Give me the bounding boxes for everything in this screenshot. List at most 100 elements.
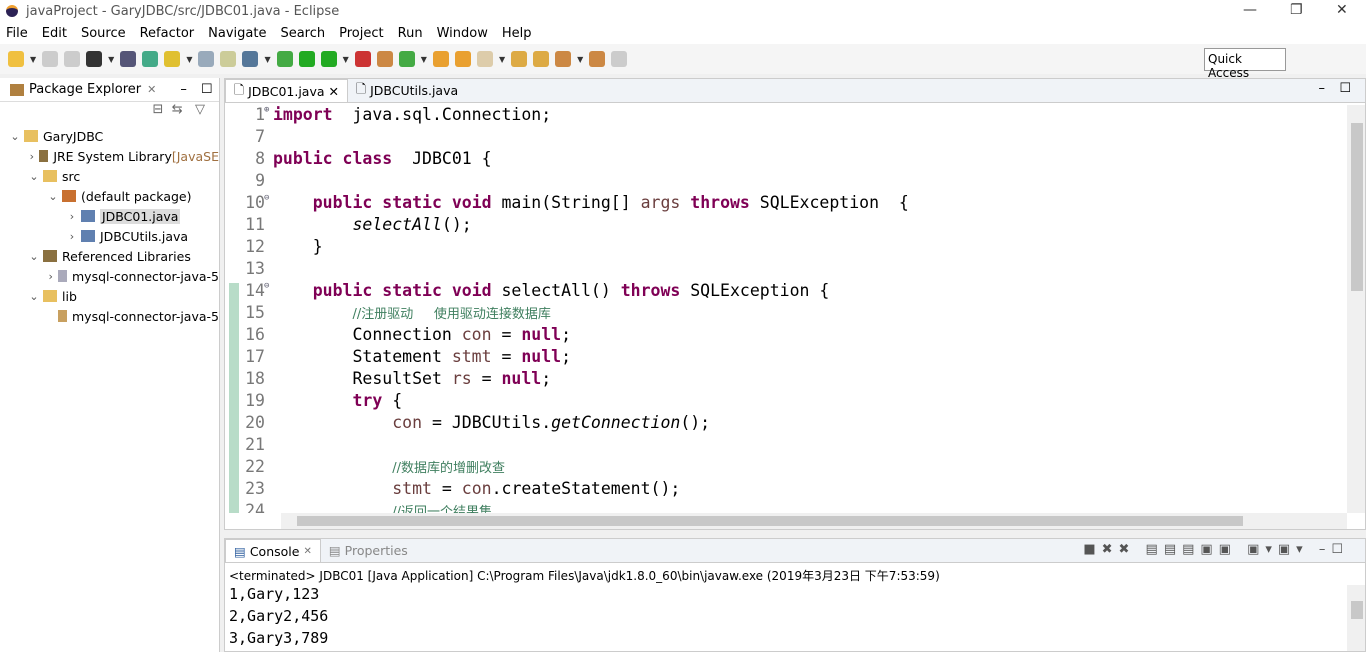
toolbar-button-icon[interactable]	[611, 51, 628, 67]
toolbar-button-icon[interactable]	[476, 51, 493, 67]
toolbar-button-icon[interactable]	[242, 51, 259, 67]
code-token: con	[461, 479, 492, 498]
menu-help[interactable]: Help	[502, 26, 532, 41]
tree-item[interactable]: › JDBCUtils.java	[0, 226, 219, 246]
menu-run[interactable]: Run	[398, 26, 423, 41]
dropdown-arrow-icon[interactable]: ▼	[108, 55, 114, 64]
tree-item[interactable]: ⌄ src	[0, 166, 219, 186]
dropdown-arrow-icon[interactable]: ▼	[186, 55, 192, 64]
editor-maximize-icon[interactable]: ☐	[1339, 81, 1351, 96]
expand-arrow-icon[interactable]: ⌄	[27, 170, 41, 183]
toolbar-button-icon[interactable]	[298, 51, 315, 67]
view-menu-icon[interactable]: ▽	[195, 102, 205, 117]
tree-item[interactable]: › JDBC01.java	[0, 206, 219, 226]
tab-jdbcutils-java[interactable]: 🗋 JDBCUtils.java	[348, 79, 466, 102]
toolbar-button-icon[interactable]	[398, 51, 415, 67]
toolbar-button-icon[interactable]	[376, 51, 393, 67]
dropdown-arrow-icon[interactable]: ▼	[264, 55, 270, 64]
toolbar-button-icon[interactable]	[432, 51, 449, 67]
menu-file[interactable]: File	[6, 26, 28, 41]
close-icon[interactable]: ✕	[303, 546, 311, 557]
expand-arrow-icon[interactable]: ⌄	[8, 130, 22, 143]
expand-arrow-icon[interactable]: ⌄	[27, 290, 41, 303]
toolbar-button-icon[interactable]	[276, 51, 293, 67]
dropdown-arrow-icon[interactable]: ▼	[30, 55, 36, 64]
toolbar-button-icon[interactable]	[511, 51, 528, 67]
package-explorer-tab[interactable]: Package Explorer	[29, 82, 141, 97]
menu-refactor[interactable]: Refactor	[140, 26, 195, 41]
toolbar-button-icon[interactable]	[589, 51, 606, 67]
toolbar-button-icon[interactable]	[320, 51, 337, 67]
console-output[interactable]: 1,Gary,123 2,Gary2,456 3,Gary3,789	[225, 585, 1365, 651]
expand-arrow-icon[interactable]: ›	[65, 210, 79, 223]
code-text: }	[273, 237, 323, 259]
dropdown-arrow-icon[interactable]: ▼	[421, 55, 427, 64]
maximize-icon[interactable]: ☐	[201, 82, 213, 97]
console-scrollbar[interactable]	[1347, 585, 1365, 651]
toolbar-button-icon[interactable]	[64, 51, 81, 67]
toolbar-button-icon[interactable]	[533, 51, 550, 67]
tab-console[interactable]: ▤ Console ✕	[225, 539, 321, 562]
link-editor-icon[interactable]: ⇆	[172, 102, 183, 117]
code-token: ;	[561, 325, 572, 344]
menu-search[interactable]: Search	[280, 26, 325, 41]
close-icon[interactable]: ✕	[147, 83, 156, 96]
close-button[interactable]: ✕	[1336, 2, 1348, 18]
toolbar-button-icon[interactable]	[164, 51, 181, 67]
toolbar-button-icon[interactable]	[454, 51, 471, 67]
tree-item[interactable]: › mysql-connector-java-5	[0, 266, 219, 286]
code-line: 22 //数据库的增删改查	[225, 457, 1347, 479]
tree-item[interactable]: ⌄ (default package)	[0, 186, 219, 206]
package-tree: ⌄ GaryJDBC › JRE System Library [JavaSE ⌄ src…	[0, 126, 219, 326]
minimize-icon[interactable]: –	[180, 82, 187, 97]
code-token: stmt	[451, 347, 492, 366]
toolbar-button-icon[interactable]	[8, 51, 24, 67]
code-token: SQLException {	[749, 193, 909, 212]
toolbar-button-icon[interactable]	[198, 51, 215, 67]
menu-edit[interactable]: Edit	[42, 26, 67, 41]
code-token: null	[521, 325, 562, 344]
tree-item[interactable]: ⌄ lib	[0, 286, 219, 306]
toolbar-button-icon[interactable]	[120, 51, 137, 67]
line-number: 1	[255, 105, 265, 124]
tab-jdbc01-java[interactable]: 🗋 JDBC01.java ✕	[225, 79, 349, 102]
editor-horizontal-scrollbar[interactable]	[281, 513, 1347, 529]
console-toolbar[interactable]: ■✖✖ ▤▤▤▣▣ ▣▾▣▾ –☐	[1083, 542, 1349, 557]
expand-arrow-icon[interactable]: ›	[65, 230, 79, 243]
toolbar-button-icon[interactable]	[142, 51, 159, 67]
menu-navigate[interactable]: Navigate	[208, 26, 266, 41]
toolbar-button-icon[interactable]	[42, 51, 59, 67]
line-number: 7	[255, 127, 265, 146]
minimize-button[interactable]: —	[1243, 2, 1257, 18]
restore-button[interactable]: ❐	[1290, 2, 1303, 18]
menu-project[interactable]: Project	[339, 26, 383, 41]
tree-item[interactable]: › JRE System Library [JavaSE	[0, 146, 219, 166]
toolbar-button-icon[interactable]	[86, 51, 103, 67]
dropdown-arrow-icon[interactable]: ▼	[577, 55, 583, 64]
dropdown-arrow-icon[interactable]: ▼	[499, 55, 505, 64]
tree-item[interactable]: mysql-connector-java-5	[0, 306, 219, 326]
collapse-all-icon[interactable]: ⊟	[153, 102, 164, 117]
toolbar-button-icon[interactable]	[354, 51, 371, 67]
tree-item[interactable]: ⌄ GaryJDBC	[0, 126, 219, 146]
code-token: java.sql.Connection;	[332, 105, 552, 124]
quick-access-input[interactable]: Quick Access	[1204, 48, 1286, 80]
dropdown-arrow-icon[interactable]: ▼	[343, 55, 349, 64]
menu-source[interactable]: Source	[81, 26, 126, 41]
editor-vertical-scrollbar[interactable]	[1347, 105, 1365, 513]
expand-arrow-icon[interactable]: ›	[46, 270, 56, 283]
code-line: 21	[225, 435, 1347, 457]
tree-item[interactable]: ⌄ Referenced Libraries	[0, 246, 219, 266]
code-token: ();	[441, 215, 472, 234]
tab-properties[interactable]: ▤ Properties	[321, 539, 416, 562]
java-file-icon: 🗋	[356, 81, 367, 96]
close-icon[interactable]: ✕	[329, 84, 339, 99]
expand-arrow-icon[interactable]: ›	[27, 150, 37, 163]
editor-minimize-icon[interactable]: –	[1319, 81, 1326, 96]
expand-arrow-icon[interactable]: ⌄	[46, 190, 60, 203]
code-editor[interactable]: 1 ⊕ import java.sql.Connection; 7 8 public cl…	[225, 105, 1347, 513]
toolbar-button-icon[interactable]	[555, 51, 572, 67]
expand-arrow-icon[interactable]: ⌄	[27, 250, 41, 263]
menu-window[interactable]: Window	[437, 26, 488, 41]
toolbar-button-icon[interactable]	[220, 51, 237, 67]
